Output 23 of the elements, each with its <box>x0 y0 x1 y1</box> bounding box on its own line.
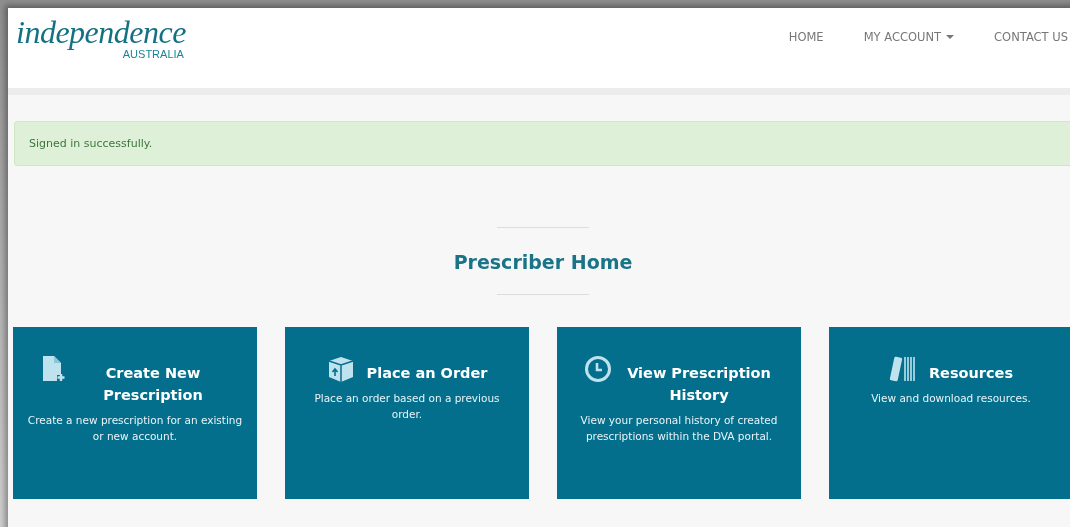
clock-icon <box>584 355 612 383</box>
card-description: View your personal history of created prescriptions within the DVA portal. <box>579 413 779 444</box>
logo[interactable]: independence AUSTRALIA <box>8 8 186 60</box>
nav-link[interactable]: MY ACCOUNT <box>843 30 975 44</box>
card-title: Resources <box>928 364 1014 383</box>
card-description: Place an order based on a previous order. <box>313 391 501 422</box>
box-icon <box>326 355 355 383</box>
success-alert: Signed in successfully. <box>14 121 1070 166</box>
card-title: Place an Order <box>366 364 488 383</box>
card-description: View and download resources. <box>871 391 1031 406</box>
page-title: Prescriber Home <box>453 250 633 274</box>
action-card[interactable]: Create New Prescription Create a new prescription for an existing or new account. <box>13 327 257 499</box>
card-title: View Prescription History <box>626 364 772 405</box>
action-card[interactable]: View Prescription History View your personal history of created prescriptions within the DVA portal. <box>557 327 801 499</box>
nav-link[interactable]: HOME <box>768 30 844 44</box>
card-title: Create New Prescription <box>102 364 204 405</box>
card-description: Create a new prescription for an existing or new account. <box>27 413 243 444</box>
books-icon <box>888 355 917 383</box>
file-plus-icon <box>42 355 66 383</box>
action-card[interactable]: Resources View and download resources. <box>829 327 1070 499</box>
caret-icon <box>946 35 955 39</box>
action-card[interactable]: Place an Order Place an order based on a previous order. <box>285 327 529 499</box>
nav-link[interactable]: CONTACT US <box>974 30 1070 44</box>
